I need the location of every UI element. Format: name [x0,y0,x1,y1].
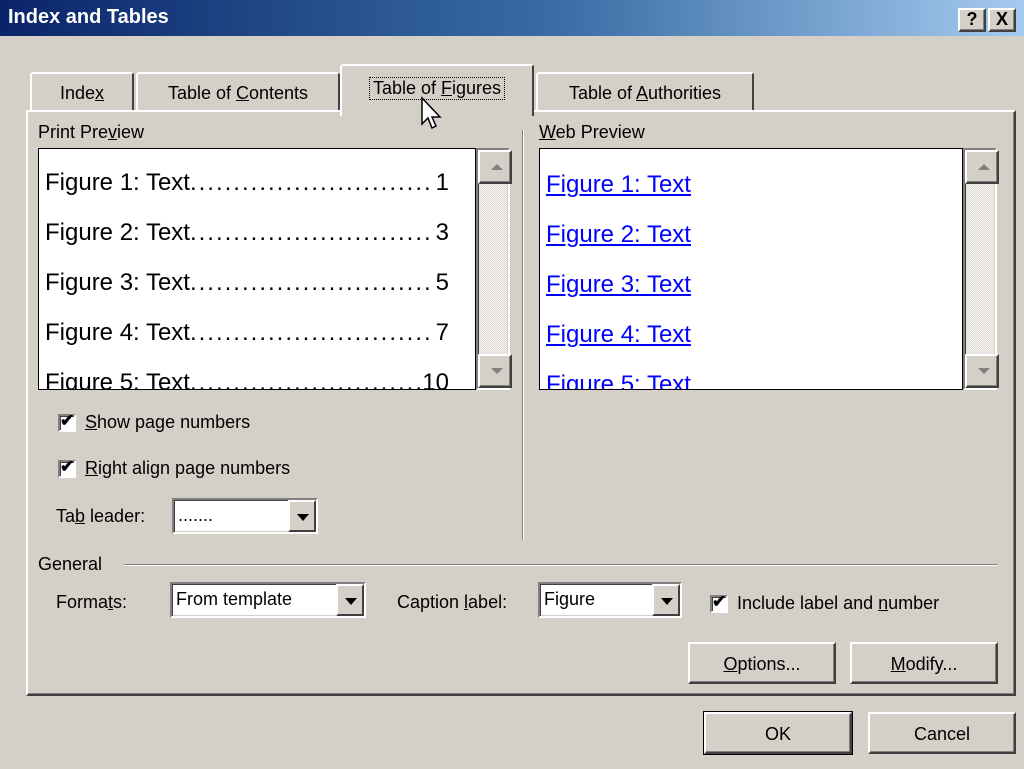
checkbox[interactable]: ✔ [58,410,76,432]
tab-label: Index [59,83,105,103]
tab-table-of-authorities[interactable]: Table of Authorities [536,72,754,112]
check-icon: ✔ [60,410,75,430]
web-preview-label: Web Preview [539,122,645,142]
tab-label: Table of Authorities [568,83,722,103]
list-item: Figure 3: Text..........................… [45,269,449,296]
tab-table-of-contents[interactable]: Table of Contents [136,72,340,112]
checkbox[interactable]: ✔ [710,591,728,613]
show-page-numbers-checkbox[interactable]: ✔ Show page numbers [58,410,251,433]
window-title: Index and Tables [8,6,169,28]
chevron-down-icon [297,514,309,521]
include-label-checkbox[interactable]: ✔ Include label and number [710,591,940,614]
right-align-checkbox[interactable]: ✔ Right align page numbers [58,456,291,479]
formats-combo[interactable]: From template [170,582,366,618]
web-preview-link[interactable]: Figure 5: Text [546,371,691,389]
close-icon: X [995,9,1008,29]
checkbox[interactable]: ✔ [58,456,76,478]
tab-label: Table of Contents [167,83,309,103]
vertical-separator [522,130,524,540]
caption-label-combo[interactable]: Figure [538,582,682,618]
chevron-down-icon [661,598,673,605]
web-preview-link[interactable]: Figure 3: Text [546,271,691,299]
web-preview-scrollbar[interactable] [963,148,999,390]
print-preview-scrollbar[interactable] [476,148,512,390]
mouse-cursor-icon [421,96,442,130]
ok-button[interactable]: OK [703,711,853,755]
list-item: Figure 2: Text..........................… [45,219,449,246]
scroll-down-button[interactable] [478,354,512,388]
print-preview-label: Print Preview [38,122,145,142]
list-item: Figure 1: Text..........................… [45,169,449,196]
scroll-up-button[interactable] [965,150,999,184]
group-divider [124,564,998,566]
scroll-up-button[interactable] [478,150,512,184]
dropdown-button[interactable] [288,500,316,532]
arrow-up-icon [978,164,990,170]
arrow-down-icon [978,368,990,374]
tab-index[interactable]: Index [30,72,134,112]
check-icon: ✔ [712,591,727,611]
dropdown-button[interactable] [652,584,680,616]
help-icon: ? [966,9,978,29]
combo-value: Figure [544,589,596,609]
web-preview-link[interactable]: Figure 4: Text [546,321,691,349]
combo-value: ....... [178,505,214,525]
options-button[interactable]: Options... [688,642,836,684]
check-icon: ✔ [60,456,75,476]
title-bar[interactable]: Index and Tables ? X [0,0,1024,36]
modify-button[interactable]: Modify... [850,642,998,684]
formats-label: Formats: [56,592,128,612]
arrow-down-icon [491,368,503,374]
tab-leader-combo[interactable]: ....... [172,498,318,534]
caption-label-label: Caption label: [397,592,508,612]
print-preview-box: Figure 1: Text..........................… [38,148,476,390]
help-button[interactable]: ? [958,8,986,32]
scroll-down-button[interactable] [965,354,999,388]
tab-leader-label: Tab leader: [56,506,146,526]
combo-value: From template [176,589,293,609]
dropdown-button[interactable] [336,584,364,616]
close-button[interactable]: X [988,8,1016,32]
list-item: Figure 4: Text..........................… [45,319,449,346]
general-group-label: General [38,554,103,574]
cancel-button[interactable]: Cancel [868,712,1016,754]
list-item: Figure 5: Text..........................… [45,369,449,390]
web-preview-box: Figure 1: Text Figure 2: Text Figure 3: … [539,148,963,390]
chevron-down-icon [345,598,357,605]
checkbox-label: Right align page numbers [85,458,291,478]
checkbox-label: Include label and number [737,593,940,613]
checkbox-label: Show page numbers [85,412,251,432]
web-preview-link[interactable]: Figure 1: Text [546,171,691,199]
web-preview-link[interactable]: Figure 2: Text [546,221,691,249]
arrow-up-icon [491,164,503,170]
